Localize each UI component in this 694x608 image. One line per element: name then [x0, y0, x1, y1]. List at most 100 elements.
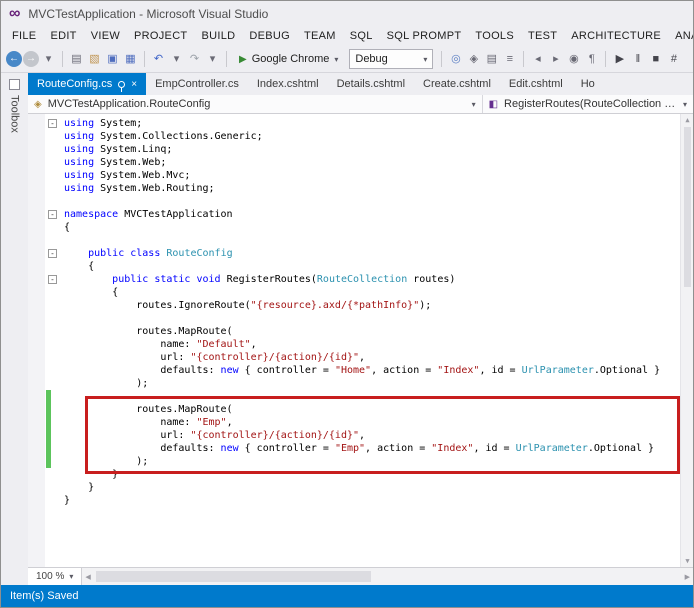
menu-edit[interactable]: EDIT: [43, 28, 83, 44]
code-line-4[interactable]: using System.Web;: [28, 156, 693, 169]
code-line-3[interactable]: using System.Linq;: [28, 143, 693, 156]
code-line-25[interactable]: url: "{controller}/{action}/{id}",: [28, 429, 693, 442]
menu-analyze[interactable]: ANALYZE: [668, 28, 693, 44]
fold-toggle-icon[interactable]: -: [48, 119, 57, 128]
code-line-14[interactable]: {: [28, 286, 693, 299]
code-line-26[interactable]: defaults: new { controller = "Emp", acti…: [28, 442, 693, 455]
code-line-2[interactable]: using System.Collections.Generic;: [28, 130, 693, 143]
open-file-icon[interactable]: ▧: [86, 51, 103, 68]
code-line-19[interactable]: url: "{controller}/{action}/{id}",: [28, 351, 693, 364]
status-bar: Item(s) Saved: [1, 585, 693, 607]
tab-ho[interactable]: Ho: [572, 73, 604, 95]
comment-selection-icon[interactable]: ¶: [583, 51, 600, 68]
back-icon[interactable]: ←: [6, 51, 22, 67]
sql-pause-icon[interactable]: ‖: [629, 51, 646, 68]
code-line-16[interactable]: [28, 312, 693, 325]
code-line-11[interactable]: - public class RouteConfig: [28, 247, 693, 260]
tab-empcontroller-cs[interactable]: EmpController.cs: [146, 73, 248, 95]
start-debug-button[interactable]: ▶ Google Chrome ▾: [232, 51, 345, 67]
code-line-23[interactable]: routes.MapRoute(: [28, 403, 693, 416]
navigate-forward-icon[interactable]: ▸: [547, 51, 564, 68]
properties-window-icon[interactable]: ≡: [501, 51, 518, 68]
pin-icon[interactable]: [118, 80, 126, 92]
document-tabstrip: RouteConfig.cs × EmpController.cs Index.csh…: [28, 73, 693, 95]
scroll-down-icon[interactable]: ▼: [681, 557, 693, 565]
menu-test[interactable]: TEST: [521, 28, 564, 44]
code-line-24[interactable]: name: "Emp",: [28, 416, 693, 429]
code-line-7[interactable]: [28, 195, 693, 208]
close-icon[interactable]: ×: [131, 79, 137, 90]
code-line-10[interactable]: [28, 234, 693, 247]
scroll-left-icon[interactable]: ◀: [85, 573, 90, 581]
fold-toggle-icon[interactable]: -: [48, 275, 57, 284]
forward-icon[interactable]: →: [23, 51, 39, 67]
code-line-28[interactable]: }: [28, 468, 693, 481]
menu-team[interactable]: TEAM: [297, 28, 343, 44]
snippet-icon[interactable]: #: [665, 51, 682, 68]
tab-index-cshtml[interactable]: Index.cshtml: [248, 73, 328, 95]
code-line-27[interactable]: );: [28, 455, 693, 468]
code-line-29[interactable]: }: [28, 481, 693, 494]
horizontal-scrollbar[interactable]: ◀ ▶: [82, 568, 693, 585]
vertical-scrollbar[interactable]: ▲ ▼: [680, 114, 693, 567]
tab-routeconfig-cs[interactable]: RouteConfig.cs ×: [28, 73, 147, 95]
menu-file[interactable]: FILE: [5, 28, 43, 44]
horizontal-scrollbar-thumb[interactable]: [96, 571, 372, 582]
code-line-30[interactable]: }: [28, 494, 693, 507]
code-token: );: [64, 456, 149, 467]
code-line-1[interactable]: - using System;: [28, 117, 693, 130]
menu-tools[interactable]: TOOLS: [468, 28, 521, 44]
vertical-scrollbar-thumb[interactable]: [684, 127, 691, 287]
undo-icon[interactable]: ↶: [150, 51, 167, 68]
fold-toggle-icon[interactable]: -: [48, 249, 57, 258]
code-line-17[interactable]: routes.MapRoute(: [28, 325, 693, 338]
fold-toggle-icon[interactable]: -: [48, 210, 57, 219]
member-dropdown[interactable]: ◧ RegisterRoutes(RouteCollection routes)…: [481, 95, 693, 113]
new-file-icon[interactable]: ▤: [68, 51, 85, 68]
tab-edit-cshtml[interactable]: Edit.cshtml: [500, 73, 572, 95]
menu-view[interactable]: VIEW: [84, 28, 127, 44]
code-editor[interactable]: - using System; using System.Collections.G…: [28, 114, 693, 567]
solution-explorer-icon[interactable]: ▤: [483, 51, 500, 68]
bookmark-icon[interactable]: ◉: [565, 51, 582, 68]
menu-project[interactable]: PROJECT: [127, 28, 194, 44]
menu-debug[interactable]: DEBUG: [242, 28, 297, 44]
preview-changes-icon[interactable]: ◎: [447, 51, 464, 68]
code-line-5[interactable]: using System.Web.Mvc;: [28, 169, 693, 182]
save-icon[interactable]: ▣: [104, 51, 121, 68]
nav-history-dropdown-icon[interactable]: ▾: [40, 51, 57, 68]
code-line-9[interactable]: {: [28, 221, 693, 234]
sql-stop-icon[interactable]: ■: [647, 51, 664, 68]
code-line-20[interactable]: defaults: new { controller = "Home", act…: [28, 364, 693, 377]
code-line-13[interactable]: - public static void RegisterRoutes(Rout…: [28, 273, 693, 286]
code-line-8[interactable]: - namespace MVCTestApplication: [28, 208, 693, 221]
scroll-up-icon[interactable]: ▲: [681, 116, 693, 124]
undo-dropdown-icon[interactable]: ▾: [168, 51, 185, 68]
title-bar[interactable]: ∞ MVCTestApplication - Microsoft Visual …: [1, 1, 693, 26]
code-line-21[interactable]: );: [28, 377, 693, 390]
menu-sql[interactable]: SQL: [343, 28, 380, 44]
save-all-icon[interactable]: ▦: [122, 51, 139, 68]
redo-icon[interactable]: ↷: [186, 51, 203, 68]
sql-execute-icon[interactable]: ▶: [611, 51, 628, 68]
window-title: MVCTestApplication - Microsoft Visual St…: [28, 6, 269, 21]
code-line-15[interactable]: routes.IgnoreRoute("{resource}.axd/{*pat…: [28, 299, 693, 312]
find-in-files-icon[interactable]: ◈: [465, 51, 482, 68]
zoom-dropdown[interactable]: 100 % ▾: [28, 568, 83, 585]
code-line-6[interactable]: using System.Web.Routing;: [28, 182, 693, 195]
code-line-22[interactable]: [28, 390, 693, 403]
navigate-backward-icon[interactable]: ◂: [529, 51, 546, 68]
menu-build[interactable]: BUILD: [194, 28, 242, 44]
code-line-12[interactable]: {: [28, 260, 693, 273]
menu-architecture[interactable]: ARCHITECTURE: [564, 28, 668, 44]
tab-create-cshtml[interactable]: Create.cshtml: [414, 73, 500, 95]
solution-config-dropdown[interactable]: Debug ▾: [349, 49, 434, 69]
code-area[interactable]: - using System; using System.Collections.G…: [28, 114, 693, 507]
toolbox-tab[interactable]: Toolbox: [1, 73, 28, 585]
code-line-18[interactable]: name: "Default",: [28, 338, 693, 351]
redo-dropdown-icon[interactable]: ▾: [204, 51, 221, 68]
type-dropdown[interactable]: ◈ MVCTestApplication.RouteConfig ▾: [28, 95, 482, 113]
scroll-right-icon[interactable]: ▶: [685, 573, 690, 581]
tab-details-cshtml[interactable]: Details.cshtml: [328, 73, 414, 95]
menu-sql-prompt[interactable]: SQL PROMPT: [380, 28, 469, 44]
